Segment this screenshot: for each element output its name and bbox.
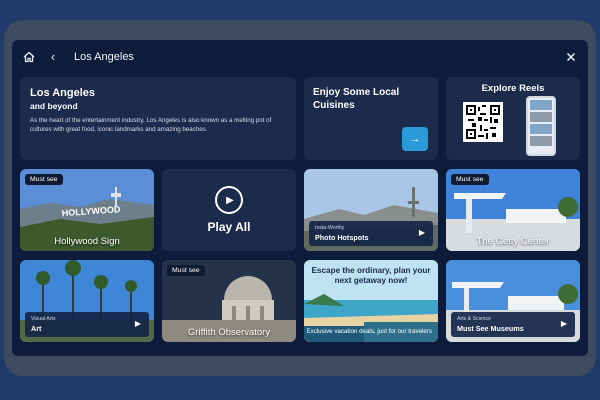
art-info-panel: Visual Arts Art ▶: [25, 312, 149, 337]
top-bar: ‹ Los Angeles: [12, 40, 588, 74]
hotspots-info-panel: Insta-Worthy Photo Hotspots ▶: [309, 221, 433, 246]
tile-title: Must See Museums: [457, 324, 524, 333]
intro-card: Los Angeles and beyond As the heart of t…: [20, 77, 296, 160]
intro-subtitle: and beyond: [30, 101, 78, 111]
play-icon[interactable]: ▶: [419, 228, 425, 237]
promo-subtext: Exclusive vacation deals, just for our t…: [306, 328, 432, 335]
close-icon[interactable]: [564, 50, 578, 64]
tile-category: Visual Arts: [31, 316, 56, 322]
museums-info-panel: Arts & Science Must See Museums ▶: [451, 312, 575, 337]
must-see-badge: Must see: [25, 174, 63, 185]
intro-title: Los Angeles: [30, 87, 95, 99]
must-see-badge: Must see: [167, 265, 205, 276]
cuisine-title: Enjoy Some Local Cuisines: [313, 87, 400, 111]
home-icon[interactable]: [22, 50, 36, 64]
arrow-right-icon: →: [409, 133, 421, 145]
qr-code: [463, 102, 503, 142]
tile-photo-hotspots[interactable]: Insta-Worthy Photo Hotspots ▶: [304, 169, 438, 251]
promo-headline: Escape the ordinary, plan your next geta…: [311, 266, 431, 285]
tile-title: Art: [31, 324, 42, 333]
tile-must-see-museums[interactable]: Arts & Science Must See Museums ▶: [446, 260, 580, 342]
promo-banner[interactable]: Escape the ordinary, plan your next geta…: [304, 260, 438, 342]
intro-description: As the heart of the entertainment indust…: [30, 117, 272, 133]
tile-caption: Griffith Observatory: [187, 327, 271, 338]
tile-caption: Hollywood Sign: [54, 236, 120, 247]
page-title: Los Angeles: [74, 51, 134, 63]
tile-title: Photo Hotspots: [315, 233, 369, 242]
app-screen: ‹ Los Angeles Los Angeles and beyond As …: [12, 40, 588, 356]
tile-griffith-observatory[interactable]: Must see Griffith Observatory: [162, 260, 296, 342]
play-icon[interactable]: ▶: [561, 319, 567, 328]
reels-title: Explore Reels: [481, 83, 545, 94]
play-all-label: Play All: [207, 220, 251, 234]
play-icon: ▶: [215, 186, 243, 214]
tile-getty-center[interactable]: Must see The Getty Center: [446, 169, 580, 251]
reels-card[interactable]: Explore Reels: [446, 77, 580, 160]
tile-category: Arts & Science: [457, 316, 492, 322]
tile-art[interactable]: Visual Arts Art ▶: [20, 260, 154, 342]
chevron-left-icon[interactable]: ‹: [46, 50, 60, 64]
tile-hollywood-sign[interactable]: HOLLYWOOD Must see Hollywood Sign: [20, 169, 154, 251]
cuisine-arrow-button[interactable]: →: [402, 127, 428, 151]
must-see-badge: Must see: [451, 174, 489, 185]
play-all-button[interactable]: ▶ Play All: [162, 169, 296, 251]
play-icon[interactable]: ▶: [135, 319, 141, 328]
phone-preview: [526, 96, 556, 156]
cuisine-card[interactable]: Enjoy Some Local Cuisines →: [304, 77, 438, 160]
tile-category: Insta-Worthy: [315, 225, 345, 231]
tile-caption: The Getty Center: [476, 236, 550, 247]
